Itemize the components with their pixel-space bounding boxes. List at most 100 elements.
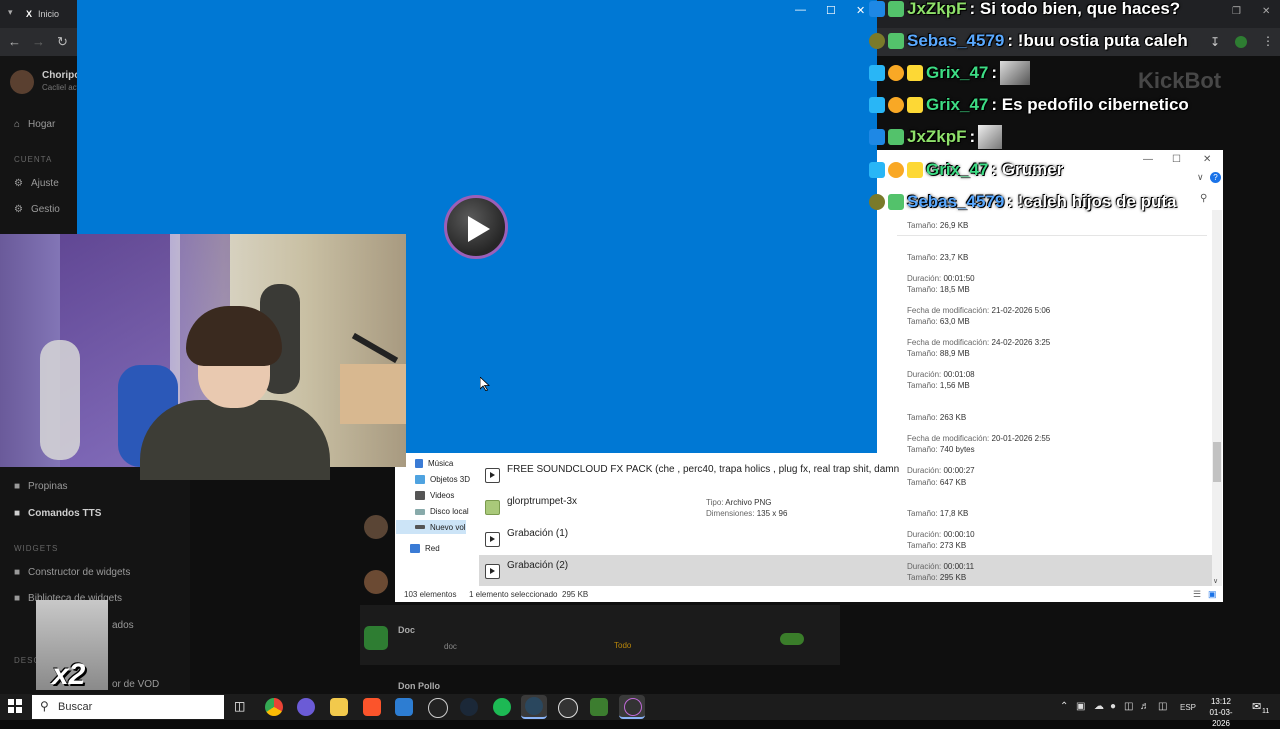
file-row-selected[interactable]: Grabación (2) Duración: 00:00:11 Tamaño:… bbox=[479, 555, 1212, 586]
tab-dropdown-icon[interactable]: ▾ bbox=[8, 7, 13, 18]
nav-item-music[interactable]: Música bbox=[415, 459, 453, 468]
player-close-icon[interactable]: ✕ bbox=[856, 4, 865, 17]
explorer-maximize-icon[interactable]: ☐ bbox=[1172, 154, 1181, 165]
explorer-minimize-icon[interactable]: — bbox=[1143, 154, 1153, 165]
file-size: Tamaño: 26,9 KB bbox=[907, 221, 969, 230]
ai-app-icon[interactable] bbox=[297, 698, 315, 716]
back-icon[interactable]: ← bbox=[8, 34, 21, 49]
badge-icon bbox=[869, 129, 885, 145]
file-meta-line-2: Tamaño: 647 KB bbox=[907, 478, 967, 487]
forward-icon[interactable]: → bbox=[32, 34, 45, 49]
file-meta-line-2: Tamaño: 88,9 MB bbox=[907, 349, 970, 358]
nav-item-local-disk[interactable]: Disco local bbox=[415, 507, 469, 516]
player-maximize-icon[interactable]: ☐ bbox=[826, 4, 836, 17]
brave-icon[interactable] bbox=[363, 698, 381, 716]
music-icon bbox=[415, 459, 423, 468]
file-row[interactable]: Grabación (1) Duración: 00:00:10 Tamaño:… bbox=[479, 523, 1212, 554]
film-icon bbox=[415, 491, 425, 500]
explorer-close-icon[interactable]: ✕ bbox=[1203, 154, 1211, 165]
file-meta-line-1: Fecha de modificación: 20-01-2026 2:55 bbox=[907, 434, 1051, 443]
doc-field[interactable]: doc bbox=[444, 642, 457, 651]
notification-icon[interactable]: ✉ bbox=[1252, 700, 1261, 713]
file-meta-line-2: Tamaño: 17,8 KB bbox=[907, 509, 969, 518]
file-name: Grabación (2) bbox=[507, 560, 569, 571]
file-meta-line-2: Tamaño: 18,5 MB bbox=[907, 285, 970, 294]
chat-username: Grix_47 bbox=[926, 160, 989, 179]
mic-icon[interactable]: ● bbox=[1110, 701, 1116, 712]
sidebar-item-home[interactable]: ⌂ Hogar bbox=[14, 119, 55, 130]
store-icon[interactable] bbox=[395, 698, 413, 716]
details-view-icon[interactable]: ☰ bbox=[1193, 589, 1201, 600]
play-button[interactable] bbox=[444, 195, 508, 259]
audio-file-icon bbox=[485, 564, 500, 579]
nav-item-new-volume[interactable]: Nuevo vol bbox=[396, 520, 466, 534]
task-view-icon[interactable]: ◫ bbox=[234, 699, 245, 713]
browser-menu-icon[interactable]: ⋮ bbox=[1262, 34, 1274, 48]
home-icon: ⌂ bbox=[14, 119, 21, 130]
file-meta-line-1: Fecha de modificación: 24-02-2026 3:25 bbox=[907, 338, 1051, 347]
reload-icon[interactable]: ↻ bbox=[57, 34, 68, 50]
app-icon[interactable] bbox=[590, 698, 608, 716]
search-icon: ⚲ bbox=[40, 699, 49, 713]
scroll-down-icon[interactable]: ∨ bbox=[1213, 577, 1218, 585]
language-indicator[interactable]: ESP bbox=[1180, 703, 1196, 712]
todo-tab[interactable]: Todo bbox=[614, 641, 631, 650]
file-meta-line-2: Tamaño: 263 KB bbox=[907, 413, 967, 422]
notification-count: 11 bbox=[1262, 708, 1270, 715]
sidebar-section-account: CUENTA bbox=[14, 155, 53, 164]
chat-text: : !caleh hijos de puta bbox=[1007, 192, 1177, 211]
nav-item-videos[interactable]: Videos bbox=[415, 491, 454, 500]
steam-active-icon[interactable] bbox=[521, 695, 547, 719]
obs-icon[interactable] bbox=[428, 698, 448, 718]
spotify-icon[interactable] bbox=[493, 698, 511, 716]
nav-item-network[interactable]: Red bbox=[410, 544, 440, 553]
app-icon[interactable] bbox=[558, 698, 578, 718]
help-icon[interactable]: ? bbox=[1210, 172, 1221, 183]
sidebar-item-settings[interactable]: ⚙ Ajuste bbox=[14, 178, 59, 189]
profile-avatar[interactable] bbox=[1235, 36, 1247, 48]
taskbar-clock[interactable]: 13:12 01-03-2026 bbox=[1201, 696, 1241, 729]
volume-icon[interactable]: ♬ bbox=[1140, 701, 1150, 712]
doc-toggle[interactable] bbox=[780, 633, 804, 645]
sidebar-item-vod[interactable]: or de VOD bbox=[112, 679, 159, 690]
windows-start-icon[interactable] bbox=[8, 699, 22, 713]
search-icon[interactable]: ⚲ bbox=[1200, 193, 1207, 204]
browser-restore-icon[interactable]: ❐ bbox=[1232, 6, 1241, 17]
browser-close-icon[interactable]: ✕ bbox=[1262, 6, 1270, 17]
selection-count: 1 elemento seleccionado bbox=[469, 590, 558, 599]
sidebar-item-widget-builder[interactable]: ■ Constructor de widgets bbox=[14, 567, 130, 578]
download-icon[interactable]: ↧ bbox=[1210, 35, 1220, 49]
tiles-view-icon[interactable]: ▣ bbox=[1208, 589, 1217, 600]
cloud-icon[interactable]: ☁ bbox=[1094, 701, 1104, 712]
tray-chevron-icon[interactable]: ⌃ bbox=[1060, 701, 1068, 712]
explorer-scroll-thumb[interactable] bbox=[1213, 442, 1221, 482]
crown-icon bbox=[907, 65, 923, 81]
file-meta-line-1: Duración: 00:01:08 bbox=[907, 370, 975, 379]
sidebar-section-widgets: WIDGETS bbox=[14, 544, 59, 553]
media-player-taskbar-icon[interactable] bbox=[619, 695, 645, 719]
battery-icon[interactable]: ◫ bbox=[1158, 701, 1167, 712]
file-explorer-icon[interactable] bbox=[330, 698, 348, 716]
sidebar-item-tips[interactable]: ■ Propinas bbox=[14, 481, 68, 492]
emote-image bbox=[978, 125, 1003, 149]
file-row[interactable]: glorptrumpet-3x Tipo: Archivo PNG Dimens… bbox=[479, 491, 1212, 522]
taskbar-search[interactable]: ⚲ Buscar bbox=[32, 695, 224, 719]
item-count: 103 elementos bbox=[404, 590, 457, 599]
tray-app-icon[interactable]: ▣ bbox=[1076, 701, 1085, 712]
file-meta-line-1: Duración: 00:00:10 bbox=[907, 530, 975, 539]
sidebar-item-tts-commands[interactable]: ■ Comandos TTS bbox=[14, 508, 101, 519]
badge-icon bbox=[869, 1, 885, 17]
nav-item-3d-objects[interactable]: Objetos 3D bbox=[415, 475, 470, 484]
sidebar-item-manage[interactable]: ⚙ Gestio bbox=[14, 204, 60, 215]
explorer-scrollbar[interactable] bbox=[1212, 210, 1222, 586]
file-dimensions: Dimensiones: 135 x 96 bbox=[706, 509, 788, 518]
badge-icon bbox=[888, 1, 904, 17]
chat-text: : bbox=[991, 63, 998, 82]
chrome-icon[interactable] bbox=[265, 698, 283, 716]
sidebar-item-moderated[interactable]: ados bbox=[112, 620, 134, 631]
player-minimize-icon[interactable]: — bbox=[795, 4, 806, 16]
steam-icon[interactable] bbox=[460, 698, 478, 716]
network-icon[interactable]: ◫ bbox=[1124, 701, 1133, 712]
chevron-down-icon[interactable]: ∨ bbox=[1197, 172, 1204, 183]
file-row[interactable]: FREE SOUNDCLOUD FX PACK (che , perc40, t… bbox=[479, 459, 1212, 490]
